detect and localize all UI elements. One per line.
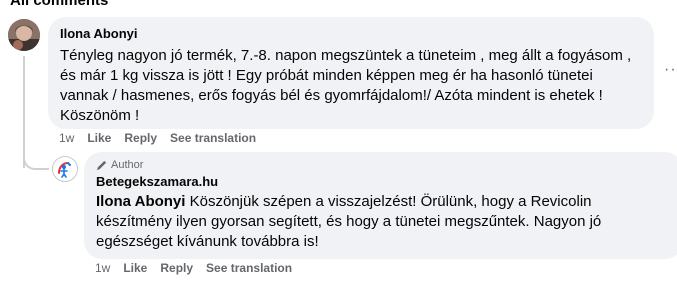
more-options-icon[interactable]: ···	[664, 62, 677, 78]
page-logo-icon	[53, 157, 77, 181]
reply-button[interactable]: Reply	[160, 261, 193, 275]
reply-actions: 1w Like Reply See translation	[95, 261, 305, 275]
comment-bubble: Ilona Abonyi Tényleg nagyon jó termék, 7…	[48, 17, 654, 129]
thread-connector	[23, 150, 49, 170]
comment-timestamp[interactable]: 1w	[59, 131, 74, 145]
like-button[interactable]: Like	[87, 131, 111, 145]
see-translation-link[interactable]: See translation	[170, 131, 256, 145]
page-avatar[interactable]	[52, 156, 78, 182]
see-translation-link[interactable]: See translation	[206, 261, 292, 275]
pencil-icon	[96, 160, 107, 170]
comment-text: Tényleg nagyon jó termék, 7.-8. napon me…	[60, 47, 632, 124]
mention-link[interactable]: Ilona Abonyi	[96, 193, 185, 210]
reply-author[interactable]: Betegekszamara.hu	[96, 174, 671, 190]
author-badge: Author	[96, 158, 671, 172]
reply-text: Ilona Abonyi Köszönjük szépen a visszaje…	[96, 192, 671, 252]
section-title: All comments	[10, 0, 109, 9]
comment-author[interactable]: Ilona Abonyi	[60, 26, 642, 42]
avatar[interactable]	[8, 19, 40, 51]
like-button[interactable]: Like	[123, 261, 147, 275]
reply-button[interactable]: Reply	[124, 131, 157, 145]
profile-photo	[8, 19, 40, 51]
reply-timestamp[interactable]: 1w	[95, 261, 110, 275]
comment-actions: 1w Like Reply See translation	[59, 131, 269, 145]
author-badge-label: Author	[111, 159, 144, 171]
reply-bubble: Author Betegekszamara.hu Ilona Abonyi Kö…	[84, 152, 677, 259]
